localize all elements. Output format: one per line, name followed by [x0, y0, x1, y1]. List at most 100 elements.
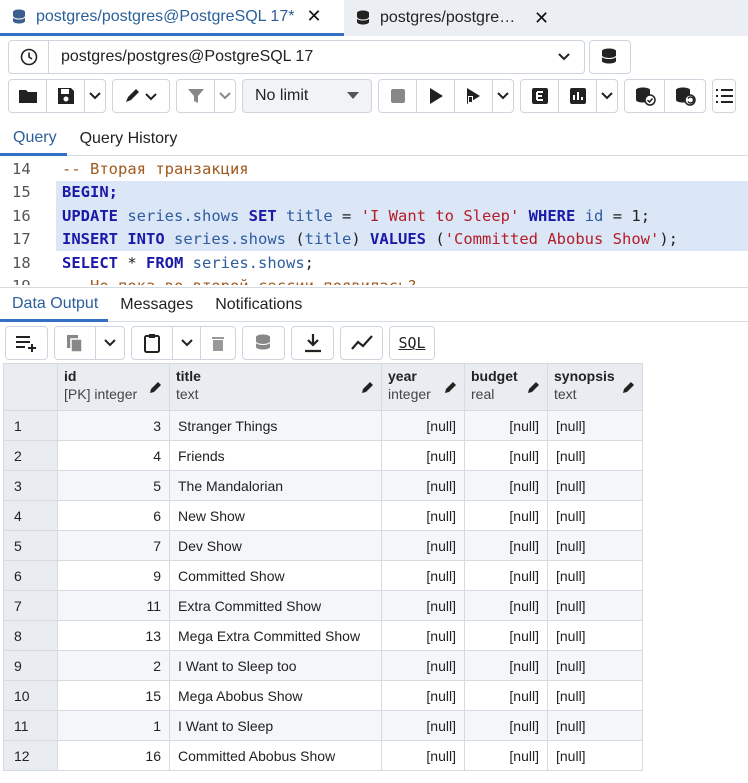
- filter-button[interactable]: [177, 80, 215, 112]
- cell-title[interactable]: Stranger Things: [169, 410, 382, 441]
- rollback-button[interactable]: [665, 80, 705, 112]
- cell-synopsis[interactable]: [null]: [547, 470, 643, 501]
- add-row-button[interactable]: [6, 327, 47, 359]
- save-data-button[interactable]: [243, 327, 284, 359]
- cell-budget[interactable]: [null]: [464, 440, 548, 471]
- tab-notifications[interactable]: Notifications: [203, 288, 312, 322]
- cell-budget[interactable]: [null]: [464, 620, 548, 651]
- graph-button[interactable]: [341, 327, 382, 359]
- cell-year[interactable]: [null]: [381, 710, 465, 741]
- column-header-synopsis[interactable]: synopsis text: [547, 363, 643, 411]
- tab-query-history[interactable]: Query History: [67, 122, 186, 156]
- cell-synopsis[interactable]: [null]: [547, 740, 643, 771]
- cell-synopsis[interactable]: [null]: [547, 500, 643, 531]
- save-file-button[interactable]: [47, 80, 85, 112]
- execute-button[interactable]: [417, 80, 455, 112]
- cell-title[interactable]: Dev Show: [169, 530, 382, 561]
- table-row[interactable]: 6 9 Committed Show [null] [null] [null]: [3, 560, 643, 591]
- table-row[interactable]: 5 7 Dev Show [null] [null] [null]: [3, 530, 643, 561]
- cell-budget[interactable]: [null]: [464, 680, 548, 711]
- cell-budget[interactable]: [null]: [464, 410, 548, 441]
- cell-id[interactable]: 9: [57, 560, 170, 591]
- cell-year[interactable]: [null]: [381, 530, 465, 561]
- table-row[interactable]: 1 3 Stranger Things [null] [null] [null]: [3, 410, 643, 441]
- connection-select[interactable]: postgres/postgres@PostgreSQL 17: [8, 40, 585, 74]
- edit-button[interactable]: [113, 80, 169, 112]
- pencil-icon[interactable]: [622, 380, 636, 394]
- cell-budget[interactable]: [null]: [464, 560, 548, 591]
- cell-year[interactable]: [null]: [381, 650, 465, 681]
- column-header-id[interactable]: id [PK] integer: [57, 363, 170, 411]
- cell-id[interactable]: 6: [57, 500, 170, 531]
- table-row[interactable]: 92I Want to Sleep too [null] [null] [null]: [3, 650, 643, 681]
- cell-budget[interactable]: [null]: [464, 500, 548, 531]
- column-header-budget[interactable]: budget real: [464, 363, 548, 411]
- cell-title[interactable]: Committed Abobus Show: [169, 740, 382, 771]
- chevron-down-icon[interactable]: [85, 80, 105, 112]
- row-limit-select[interactable]: No limit: [242, 79, 372, 113]
- pencil-icon[interactable]: [149, 380, 163, 394]
- cell-budget[interactable]: [null]: [464, 530, 548, 561]
- download-button[interactable]: [292, 327, 333, 359]
- table-row[interactable]: 12 16 Committed Abobus Show [null] [null] [nu…: [3, 740, 643, 771]
- cell-title[interactable]: New Show: [169, 500, 382, 531]
- cell-year[interactable]: [null]: [381, 470, 465, 501]
- chevron-down-icon[interactable]: [493, 80, 513, 112]
- cell-synopsis[interactable]: [null]: [547, 710, 643, 741]
- cell-year[interactable]: [null]: [381, 590, 465, 621]
- cell-synopsis[interactable]: [null]: [547, 560, 643, 591]
- sql-button[interactable]: SQL: [390, 327, 434, 359]
- cell-id[interactable]: 16: [57, 740, 170, 771]
- cell-synopsis[interactable]: [null]: [547, 650, 643, 681]
- tab-messages[interactable]: Messages: [108, 288, 203, 322]
- tab-query-2[interactable]: postgres/postgres@PostgreSQL 17 ✕: [344, 0, 556, 36]
- cell-year[interactable]: [null]: [381, 410, 465, 441]
- cell-synopsis[interactable]: [null]: [547, 590, 643, 621]
- cell-title[interactable]: Mega Extra Committed Show: [169, 620, 382, 651]
- table-row[interactable]: 8 13 Mega Extra Committed Show [null] [null]…: [3, 620, 643, 651]
- cell-budget[interactable]: [null]: [464, 650, 548, 681]
- cell-id[interactable]: 13: [57, 620, 170, 651]
- cell-id[interactable]: 11: [57, 590, 170, 621]
- column-header-year[interactable]: year integer: [381, 363, 465, 411]
- open-file-button[interactable]: [9, 80, 47, 112]
- chevron-down-icon[interactable]: [96, 327, 124, 359]
- table-row[interactable]: 2 4 Friends [null] [null] [null]: [3, 440, 643, 471]
- close-icon[interactable]: ✕: [534, 8, 549, 29]
- explain-analyze-button[interactable]: [559, 80, 597, 112]
- cell-year[interactable]: [null]: [381, 500, 465, 531]
- table-row[interactable]: 3 5 The Mandalorian [null] [null] [null]: [3, 470, 643, 501]
- cell-year[interactable]: [null]: [381, 680, 465, 711]
- table-row[interactable]: 7 11 Extra Committed Show [null] [null] [null…: [3, 590, 643, 621]
- paste-button[interactable]: [132, 327, 173, 359]
- tab-query-1[interactable]: postgres/postgres@PostgreSQL 17* ✕: [0, 0, 344, 36]
- stop-button[interactable]: [379, 80, 417, 112]
- column-header-title[interactable]: title text: [169, 363, 382, 411]
- cell-synopsis[interactable]: [null]: [547, 530, 643, 561]
- table-row[interactable]: 11 1 I Want to Sleep [null] [null] [null]: [3, 710, 643, 741]
- chevron-down-icon[interactable]: [215, 80, 235, 112]
- cell-synopsis[interactable]: [null]: [547, 440, 643, 471]
- cell-budget[interactable]: [null]: [464, 710, 548, 741]
- cell-title[interactable]: I Want to Sleep: [169, 710, 382, 741]
- list-button[interactable]: [713, 80, 735, 112]
- cell-id[interactable]: 3: [57, 410, 170, 441]
- explain-button[interactable]: [521, 80, 559, 112]
- cell-synopsis[interactable]: [null]: [547, 680, 643, 711]
- sql-editor[interactable]: 14 -- Вторая транзакция 15 BEGIN; 16 UPD…: [0, 157, 748, 285]
- chevron-down-icon[interactable]: [173, 327, 201, 359]
- cell-year[interactable]: [null]: [381, 440, 465, 471]
- cell-id[interactable]: 5: [57, 470, 170, 501]
- close-icon[interactable]: ✕: [306, 6, 321, 27]
- cell-budget[interactable]: [null]: [464, 470, 548, 501]
- execute-script-button[interactable]: [455, 80, 493, 112]
- cell-budget[interactable]: [null]: [464, 590, 548, 621]
- cell-title[interactable]: Committed Show: [169, 560, 382, 591]
- cell-title[interactable]: I Want to Sleep too: [169, 650, 382, 681]
- pencil-icon[interactable]: [527, 380, 541, 394]
- commit-button[interactable]: [625, 80, 665, 112]
- pencil-icon[interactable]: [444, 380, 458, 394]
- cell-year[interactable]: [null]: [381, 620, 465, 651]
- delete-row-button[interactable]: [201, 327, 235, 359]
- cell-synopsis[interactable]: [null]: [547, 620, 643, 651]
